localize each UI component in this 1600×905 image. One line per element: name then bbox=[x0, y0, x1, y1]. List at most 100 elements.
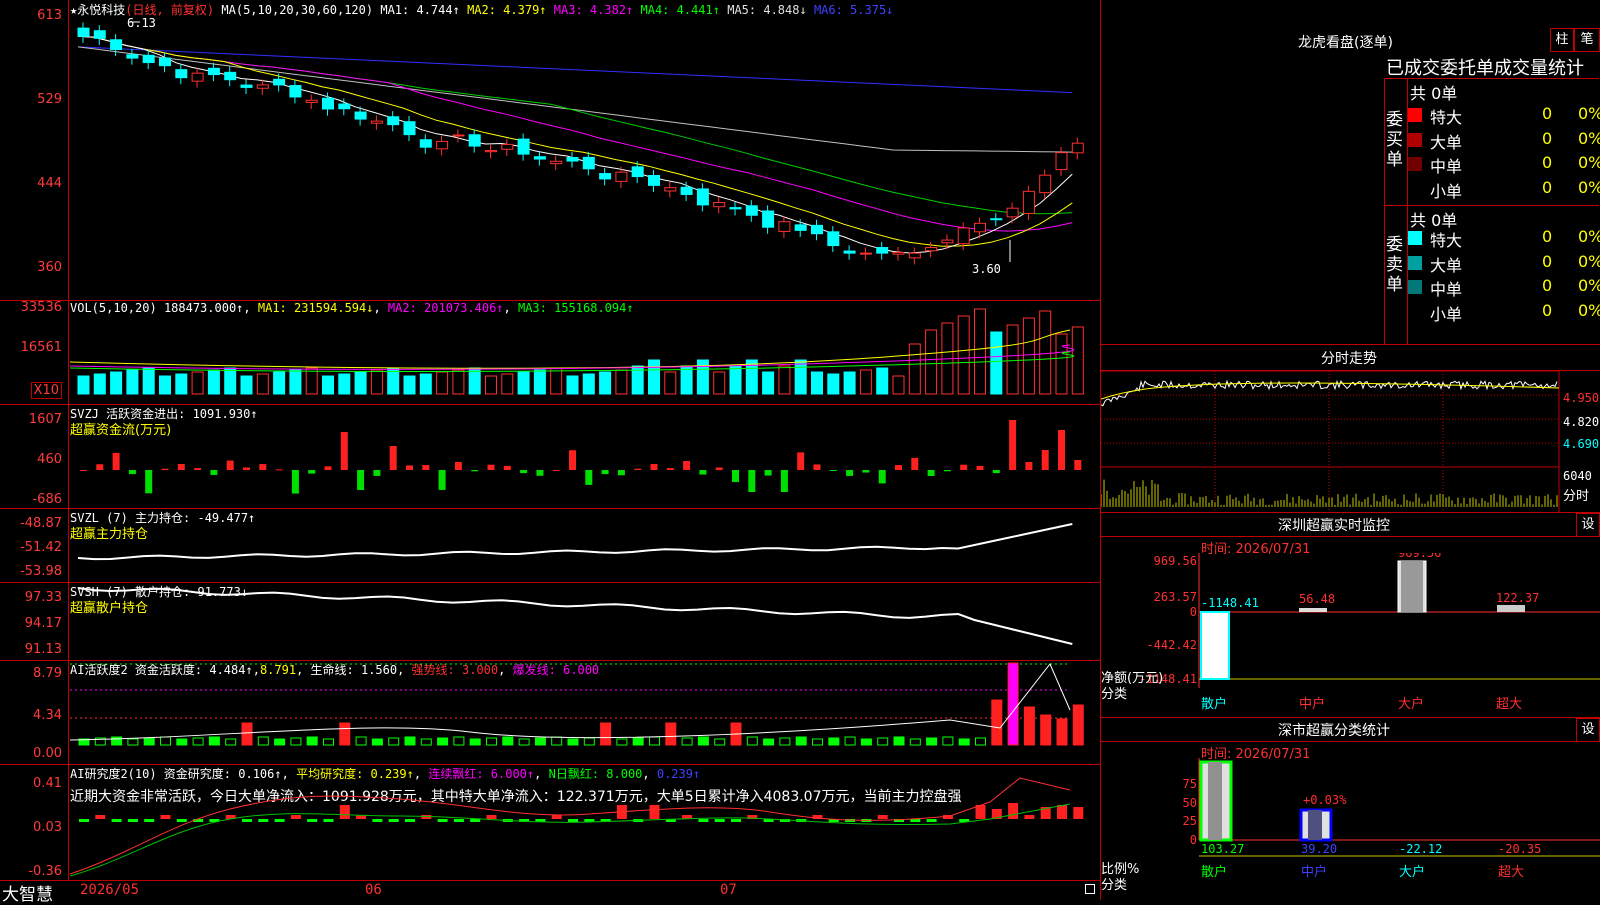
activity-bar bbox=[681, 737, 693, 746]
order-color-swatch bbox=[1408, 108, 1422, 122]
sz-class-category: 大户 bbox=[1399, 864, 1425, 880]
sz-monitor-panel[interactable]: 深圳超赢实时监控 设 时间: 2026/07/31 969.56 263.57 0-… bbox=[1101, 513, 1600, 718]
sz-class-settings-button[interactable]: 设 bbox=[1576, 718, 1600, 742]
candle-body bbox=[811, 224, 823, 235]
ai-research-panel[interactable]: 0.41 0.03 -0.36 AI研究度2(10) 资金研究度: 0.106↑… bbox=[0, 764, 1100, 881]
svzj-chart[interactable] bbox=[70, 404, 1100, 508]
candle-body bbox=[419, 139, 432, 148]
fundflow-bar bbox=[943, 470, 951, 472]
research-bar bbox=[470, 819, 481, 822]
candle-body bbox=[778, 221, 791, 232]
order-color-swatch bbox=[1408, 255, 1422, 270]
sz-class-y-tick: 50 bbox=[1183, 796, 1197, 810]
order-count: 0 bbox=[1542, 104, 1553, 123]
sz-monitor-bar bbox=[1299, 608, 1327, 612]
volume-bar bbox=[224, 367, 237, 395]
ai-active-y-label: 0.00 bbox=[33, 746, 62, 761]
volume-bar bbox=[191, 371, 204, 395]
activity-bar bbox=[225, 738, 237, 746]
ai-research-y-label: 0.41 bbox=[33, 776, 62, 791]
fundflow-bar bbox=[357, 470, 365, 490]
candle-body bbox=[240, 84, 253, 88]
fundflow-bar bbox=[846, 470, 854, 476]
activity-bar bbox=[812, 738, 823, 746]
volume-bar bbox=[305, 367, 318, 395]
fundflow-bar bbox=[1058, 430, 1065, 470]
sz-class-chart[interactable]: 75 50 25 0 +0.03% 103.27 39.20 -22.12 -20.35 散户 中户… bbox=[1101, 758, 1600, 900]
price-panel[interactable]: 613 529 444 360 ★永悦科技(日线, 前复权) MA(5,10,2… bbox=[0, 0, 1100, 301]
volume-chart[interactable] bbox=[70, 300, 1100, 404]
activity-bar bbox=[926, 737, 938, 746]
fundflow-bar bbox=[797, 452, 805, 470]
date-label: 2026/05 bbox=[80, 882, 140, 898]
intraday-panel[interactable]: 分时走势 4.950 4.820 4.690 6040 分时 bbox=[1101, 345, 1600, 513]
research-bar bbox=[568, 819, 578, 822]
svzl-chart[interactable] bbox=[70, 508, 1100, 582]
fundflow-bar bbox=[634, 468, 642, 470]
candle-body bbox=[191, 72, 204, 82]
svsh-panel[interactable]: 97.33 94.17 91.13 SVSH (7) 散户持仓: 91.773↓… bbox=[0, 582, 1100, 661]
svzj-panel[interactable]: 1607 460 -686 SVZJ 活跃资金进出: 1091.930↑ 超赢资… bbox=[0, 404, 1100, 509]
sz-monitor-y-tick: -442.42 bbox=[1146, 638, 1197, 652]
activity-bar bbox=[208, 736, 220, 746]
buy-total: 共 0单 bbox=[1410, 84, 1458, 103]
tick-mode-button[interactable]: 笔 bbox=[1574, 28, 1600, 52]
sz-monitor-y-tick: 969.56 bbox=[1154, 554, 1197, 568]
fundflow-bar bbox=[226, 460, 234, 470]
candle-body bbox=[1071, 142, 1084, 154]
volume-bar bbox=[794, 359, 807, 395]
sz-monitor-settings-button[interactable]: 设 bbox=[1576, 513, 1600, 537]
sz-class-title: 深市超赢分类统计 bbox=[1278, 723, 1390, 739]
volume-bar bbox=[77, 375, 90, 395]
sz-class-panel[interactable]: 深市超赢分类统计 设 时间: 2026/07/31 75 50 25 0 +0.03% 1… bbox=[1101, 718, 1600, 900]
sz-monitor-chart[interactable]: 969.56263.570-442.42-1148.41-1148.41 56.4… bbox=[1101, 553, 1600, 717]
svzj-y-axis: 1607 460 -686 bbox=[0, 404, 69, 508]
bar-mode-button[interactable]: 柱 bbox=[1550, 28, 1574, 52]
volume-bar bbox=[566, 375, 579, 395]
activity-bar bbox=[371, 738, 383, 746]
candle-body bbox=[696, 188, 709, 206]
activity-bar bbox=[388, 737, 400, 746]
order-size-label: 中单 bbox=[1430, 157, 1463, 176]
sz-class-y-tick: 75 bbox=[1183, 777, 1197, 791]
order-count: 0 bbox=[1542, 251, 1553, 271]
order-color-swatch bbox=[1408, 157, 1422, 171]
date-label: 06 bbox=[365, 882, 382, 898]
intraday-chart[interactable] bbox=[1101, 371, 1600, 512]
svsh-chart[interactable] bbox=[70, 582, 1100, 660]
svsh-y-axis: 97.33 94.17 91.13 bbox=[0, 582, 69, 660]
ai-active-panel[interactable]: 8.79 4.34 0.00 AI活跃度2 资金活跃度: 4.484↑,8.79… bbox=[0, 660, 1100, 765]
svzl-panel[interactable]: -48.87 -51.42 -53.98 SVZL (7) 主力持仓: -49.… bbox=[0, 508, 1100, 583]
fundflow-bar bbox=[732, 470, 739, 483]
volume-bar bbox=[142, 367, 155, 395]
activity-bar bbox=[746, 736, 758, 746]
activity-bar bbox=[600, 722, 612, 746]
volume-bar bbox=[1022, 317, 1035, 395]
volume-panel[interactable]: 33536 16561 X10 VOL(5,10,20) 188473.000↑… bbox=[0, 300, 1100, 405]
svzl-y-label: -48.87 bbox=[20, 516, 62, 531]
stat-table-border bbox=[1384, 78, 1599, 79]
candle-body bbox=[501, 143, 514, 150]
activity-bar bbox=[991, 699, 1003, 746]
candle-body bbox=[485, 150, 497, 153]
ai-research-chart[interactable] bbox=[70, 764, 1100, 880]
fundflow-bar bbox=[438, 470, 446, 490]
sz-class-title-line bbox=[1101, 741, 1600, 742]
lock-icon[interactable] bbox=[1085, 884, 1095, 894]
candlestick-chart[interactable] bbox=[70, 0, 1100, 300]
order-stat-row: 大单 0 0% bbox=[1408, 129, 1600, 153]
volume-bar bbox=[419, 373, 432, 395]
activity-bar bbox=[486, 737, 497, 746]
ai-research-y-axis: 0.41 0.03 -0.36 bbox=[0, 764, 69, 880]
research-bar bbox=[714, 819, 725, 822]
activity-bar bbox=[257, 736, 269, 746]
fundflow-bar bbox=[813, 464, 821, 470]
ai-active-chart[interactable] bbox=[70, 660, 1100, 764]
fundflow-bar bbox=[976, 465, 984, 470]
candle-body bbox=[745, 205, 758, 216]
volume-bar bbox=[452, 369, 465, 395]
volume-bar bbox=[533, 369, 546, 395]
candle-body bbox=[827, 231, 840, 247]
research-bar bbox=[258, 819, 269, 822]
order-size-label: 大单 bbox=[1430, 132, 1463, 152]
